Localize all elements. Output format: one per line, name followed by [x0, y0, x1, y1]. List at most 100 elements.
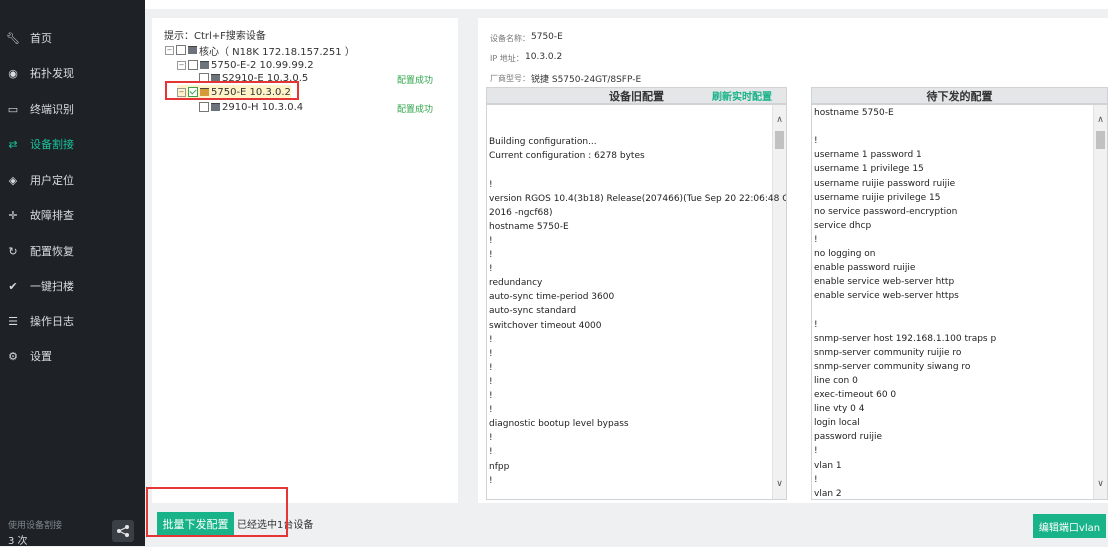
config-line: !	[489, 179, 493, 190]
edit-port-vlan-button[interactable]: 编辑端口vlan	[1033, 514, 1106, 538]
tree-node-label: 5750-E-2 10.99.99.2	[211, 59, 314, 71]
refresh-config-link[interactable]: 刷新实时配置	[712, 88, 772, 103]
config-line: diagnostic bootup level bypass	[489, 419, 629, 430]
config-line: hostname 5750-E	[814, 108, 894, 118]
new-config-text[interactable]: ∧ ∨ hostname 5750-E! username 1 password …	[811, 104, 1108, 500]
config-line: enable service web-server http	[814, 277, 955, 288]
config-line: Current configuration : 6278 bytes	[489, 151, 645, 162]
usage-label: 使用设备割接	[8, 521, 63, 531]
location-icon: ◈	[8, 173, 18, 187]
config-line: vlan 2	[814, 488, 842, 499]
sidebar-item-home[interactable]: 🔧︎ 首页	[0, 23, 145, 53]
sidebar-item-label: 用户定位	[30, 174, 74, 187]
config-line: username ruijie password ruijie	[814, 178, 956, 189]
config-line: switchover timeout 4000	[489, 320, 602, 331]
new-config-header: 待下发的配置	[811, 87, 1108, 104]
shuffle-icon: ⇄	[8, 137, 18, 151]
new-config-scrollbar[interactable]: ∧ ∨	[1093, 105, 1107, 499]
sidebar-item-label: 配置恢复	[30, 245, 74, 258]
crosshair-icon: ✛	[8, 208, 18, 222]
sidebar-item-settings[interactable]: ⚙ 设置	[0, 341, 145, 371]
status-badge: 配置成功	[397, 76, 434, 86]
config-line: login local	[814, 418, 860, 429]
sidebar-item-device-cutover[interactable]: ⇄ 设备割接	[0, 129, 145, 159]
config-line: exec-timeout 60 0	[814, 390, 897, 400]
config-line: !	[489, 362, 493, 373]
share-icon	[117, 525, 129, 537]
model-label: 厂商型号：	[490, 74, 530, 83]
config-line: !	[489, 433, 493, 444]
node-checkbox[interactable]	[176, 45, 186, 55]
sidebar-item-label: 设置	[30, 350, 52, 363]
restore-icon: ↻	[8, 244, 18, 258]
config-line: username ruijie privilege 15	[814, 192, 941, 203]
config-line: line con 0	[814, 375, 858, 386]
tree-node-5750-e-2[interactable]: − 5750-E-2 10.99.99.2	[177, 58, 314, 72]
config-line: 2016 -ngcf68)	[489, 207, 553, 218]
collapse-icon[interactable]: −	[177, 60, 186, 70]
sidebar-item-terminal[interactable]: ▭ 终端识别	[0, 94, 145, 124]
sidebar-item-label: 故障排查	[30, 209, 74, 222]
config-line: no logging on	[814, 249, 876, 259]
scroll-down-icon[interactable]: ∨	[773, 479, 786, 489]
config-line: !	[489, 235, 493, 246]
node-checkbox[interactable]	[188, 60, 198, 70]
scroll-thumb[interactable]	[1096, 131, 1105, 149]
scroll-down-icon[interactable]: ∨	[1094, 479, 1107, 489]
sidebar-item-troubleshoot[interactable]: ✛ 故障排查	[0, 200, 145, 230]
tree-node-core[interactable]: − 核心（ N18K 172.18.157.251 ）	[165, 43, 355, 58]
ip-label: IP 地址：	[490, 54, 524, 63]
scroll-up-icon[interactable]: ∧	[773, 115, 786, 125]
sidebar-item-scan[interactable]: ✔ 一键扫楼	[0, 271, 145, 301]
collapse-icon[interactable]: −	[165, 45, 174, 55]
config-line: !	[814, 474, 818, 485]
sidebar-item-user-locate[interactable]: ◈ 用户定位	[0, 165, 145, 195]
config-line: snmp-server community ruijie ro	[814, 347, 962, 358]
scroll-thumb[interactable]	[775, 131, 784, 149]
config-line: password ruijie	[814, 432, 883, 443]
old-config-title: 设备旧配置	[609, 89, 664, 103]
config-line: nfpp	[489, 461, 510, 472]
config-line: redundancy	[489, 278, 543, 289]
config-line: vlan 1	[814, 460, 842, 471]
config-line: version RGOS 10.4(3b18) Release(207466)(…	[489, 193, 787, 204]
highlight-box	[146, 487, 288, 537]
node-checkbox[interactable]	[199, 102, 209, 112]
old-config-scrollbar[interactable]: ∧ ∨	[772, 105, 786, 499]
log-icon: ☰	[8, 314, 18, 328]
usage-count: 3 次	[8, 536, 28, 547]
config-line: !	[489, 334, 493, 345]
config-line: hostname 5750-E	[489, 221, 569, 232]
config-line: !	[814, 234, 818, 245]
sidebar-item-label: 拓扑发现	[30, 67, 74, 80]
sidebar-item-config-restore[interactable]: ↻ 配置恢复	[0, 236, 145, 266]
share-button[interactable]	[112, 520, 134, 542]
config-line: !	[489, 475, 493, 486]
sidebar-item-label: 设备割接	[30, 138, 74, 151]
config-line: line vty 0 4	[814, 404, 865, 415]
tree-node-label: 核心（ N18K 172.18.157.251 ）	[199, 46, 355, 58]
sidebar-item-label: 操作日志	[30, 315, 74, 328]
config-line: username 1 password 1	[814, 150, 922, 161]
tree-node-2910-h[interactable]: 2910-H 10.3.0.4	[199, 100, 303, 114]
sidebar-item-log[interactable]: ☰ 操作日志	[0, 306, 145, 336]
config-line: no service password-encryption	[814, 206, 958, 217]
sidebar-item-label: 终端识别	[30, 103, 74, 116]
sidebar-item-topology[interactable]: ◉ 拓扑发现	[0, 58, 145, 88]
status-badge: 配置成功	[397, 105, 434, 115]
device-name-value: 5750-E	[531, 32, 563, 42]
sidebar: 🔧︎ 首页 ◉ 拓扑发现 ▭ 终端识别 ⇄ 设备割接 ◈ 用户定位 ✛ 故障排查…	[0, 0, 145, 547]
config-line: !	[489, 348, 493, 359]
config-line: !	[489, 391, 493, 401]
wrench-icon: 🔧︎	[6, 31, 20, 45]
switch-icon	[188, 46, 197, 54]
config-line: !	[489, 376, 493, 387]
scroll-up-icon[interactable]: ∧	[1094, 115, 1107, 125]
ip-value: 10.3.0.2	[525, 52, 563, 62]
config-line: !	[814, 446, 818, 457]
config-line: enable service web-server https	[814, 291, 959, 302]
switch-icon	[200, 61, 209, 69]
old-config-text[interactable]: ∧ ∨ Building configuration... Current con…	[486, 104, 787, 500]
config-line: !	[489, 405, 493, 416]
config-line: !	[814, 136, 818, 147]
